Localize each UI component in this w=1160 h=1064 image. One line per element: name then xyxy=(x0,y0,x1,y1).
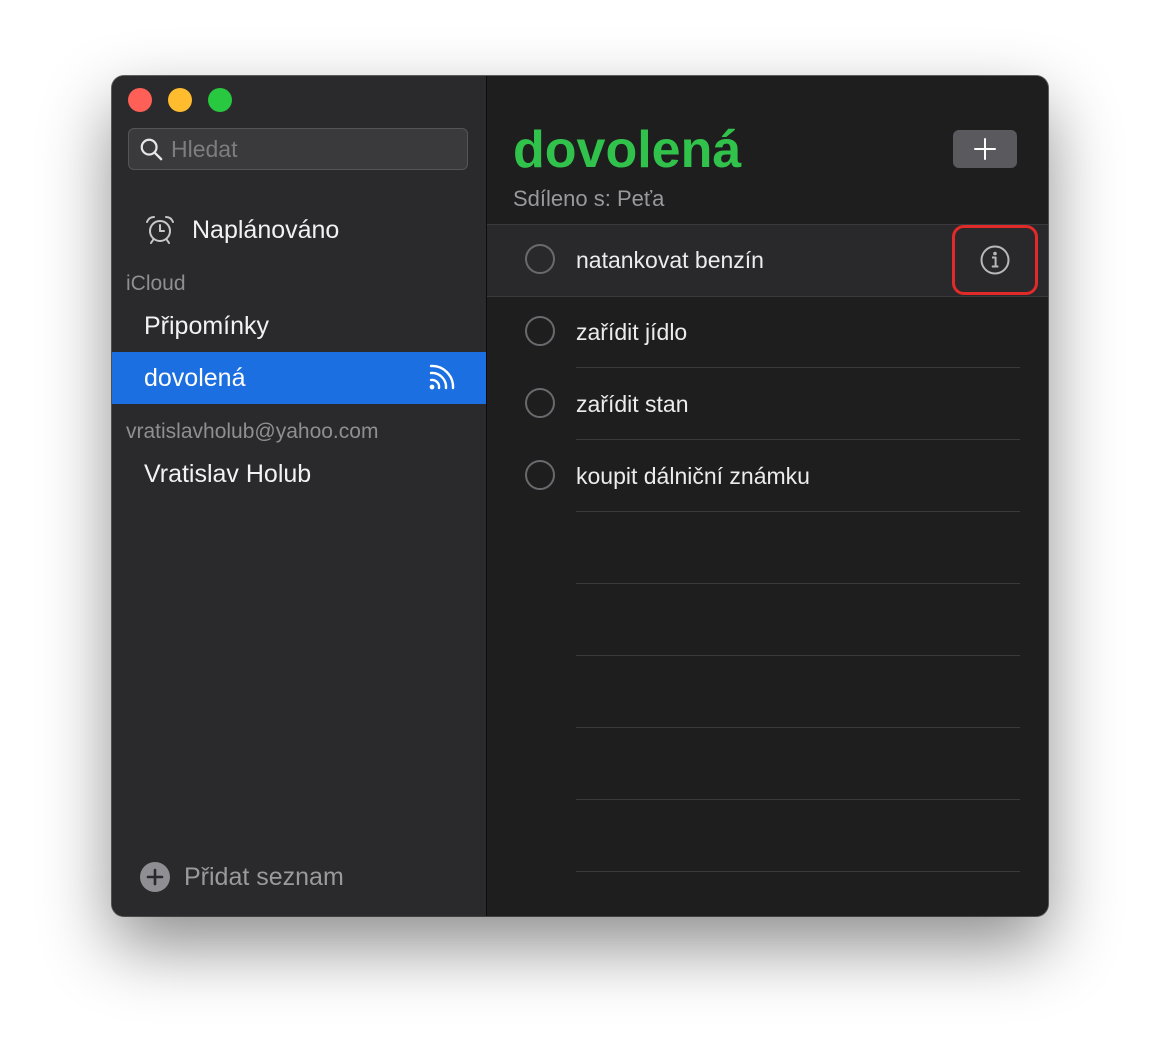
add-reminder-button[interactable] xyxy=(953,130,1017,168)
sidebar-item-dovolena[interactable]: dovolená xyxy=(112,352,486,404)
section-header-icloud: iCloud xyxy=(126,272,186,295)
sidebar-item-label: Vratislav Holub xyxy=(144,459,312,488)
zoom-window-button[interactable] xyxy=(208,88,232,112)
reminders-window: Naplánováno iCloud Připomínky dovolená v… xyxy=(112,76,1048,916)
reminder-text[interactable]: zařídit stan xyxy=(576,389,689,419)
alarm-clock-icon xyxy=(146,216,174,244)
row-separator xyxy=(576,799,1020,800)
search-input[interactable] xyxy=(171,135,467,163)
row-separator xyxy=(576,655,1020,656)
close-window-button[interactable] xyxy=(128,88,152,112)
add-list-label: Přidat seznam xyxy=(184,862,344,891)
sidebar-item-vratislav-holub[interactable]: Vratislav Holub xyxy=(112,448,486,500)
reminder-row[interactable]: zařídit stan xyxy=(487,369,1048,441)
reminder-text[interactable]: zařídit jídlo xyxy=(576,317,687,347)
reminder-row[interactable]: zařídit jídlo xyxy=(487,297,1048,369)
reminder-text[interactable]: koupit dálniční známku xyxy=(576,461,810,491)
sidebar-item-pripominky[interactable]: Připomínky xyxy=(112,300,486,352)
info-highlight xyxy=(952,225,1038,295)
info-icon[interactable] xyxy=(979,244,1011,276)
row-separator xyxy=(576,871,1020,872)
sidebar-item-label: Připomínky xyxy=(144,311,270,340)
sidebar-item-label: Naplánováno xyxy=(192,215,340,244)
add-list-button[interactable]: Přidat seznam xyxy=(140,860,344,894)
search-field[interactable] xyxy=(128,128,468,170)
row-separator xyxy=(576,439,1020,440)
plus-circle-icon xyxy=(140,862,170,892)
plus-icon xyxy=(974,138,996,160)
reminders-list-pane: dovolená Sdíleno s: Peťa natankovat benz… xyxy=(487,76,1048,916)
row-separator xyxy=(576,583,1020,584)
row-separator xyxy=(576,727,1020,728)
minimize-window-button[interactable] xyxy=(168,88,192,112)
row-separator xyxy=(576,367,1020,368)
row-separator xyxy=(576,511,1020,512)
section-header-yahoo: vratislavholub@yahoo.com xyxy=(126,420,379,443)
sidebar-item-scheduled[interactable]: Naplánováno xyxy=(144,212,339,248)
shared-icon xyxy=(429,364,455,390)
search-icon xyxy=(140,138,163,161)
reminder-checkbox[interactable] xyxy=(525,388,555,418)
sidebar: Naplánováno iCloud Připomínky dovolená v… xyxy=(112,76,487,916)
list-title: dovolená xyxy=(513,121,742,179)
reminder-checkbox[interactable] xyxy=(525,244,555,274)
reminder-row[interactable]: natankovat benzín xyxy=(487,225,1048,297)
sidebar-item-label: dovolená xyxy=(144,363,246,392)
shared-with-label: Sdíleno s: Peťa xyxy=(513,186,665,211)
reminder-checkbox[interactable] xyxy=(525,460,555,490)
reminder-checkbox[interactable] xyxy=(525,316,555,346)
reminder-row[interactable]: koupit dálniční známku xyxy=(487,441,1048,513)
reminder-text[interactable]: natankovat benzín xyxy=(576,245,764,275)
